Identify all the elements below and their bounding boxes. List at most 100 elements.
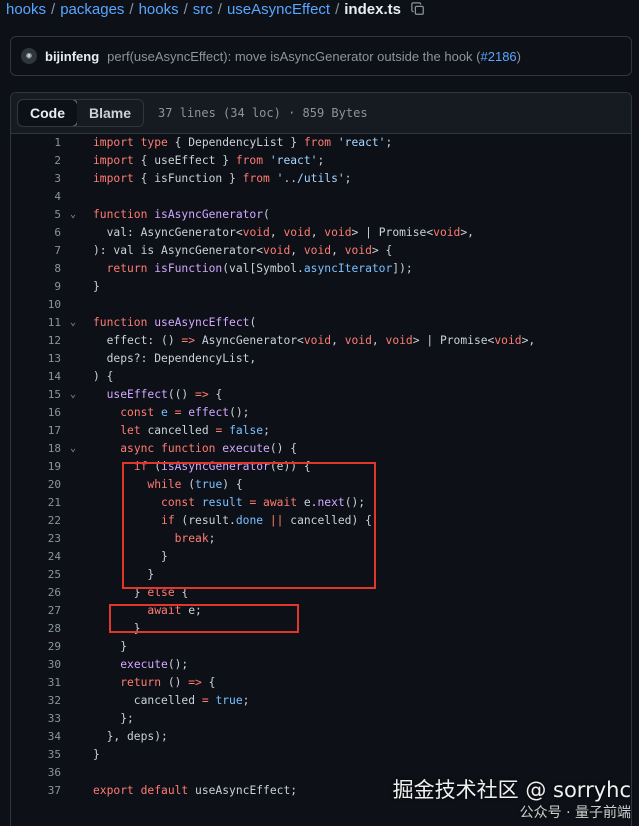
code-text: if (result.done || cancelled) { (93, 512, 372, 530)
line-number[interactable]: 29 (11, 638, 61, 656)
breadcrumb-current-file: index.ts (344, 0, 401, 18)
line-number[interactable]: 3 (11, 170, 61, 188)
code-token: { isFunction } (140, 172, 243, 185)
code-line: 9} (11, 278, 631, 296)
code-line: 20 while (true) { (11, 476, 631, 494)
line-number[interactable]: 33 (11, 710, 61, 728)
breadcrumb-link-packages[interactable]: packages (60, 1, 124, 18)
line-number[interactable]: 17 (11, 422, 61, 440)
line-number[interactable]: 26 (11, 584, 61, 602)
line-number[interactable]: 27 (11, 602, 61, 620)
code-text: return isFunction(val[Symbol.asyncIterat… (93, 260, 413, 278)
code-line: 7): val is AsyncGenerator<void, void, vo… (11, 242, 631, 260)
code-line: 22 if (result.done || cancelled) { (11, 512, 631, 530)
breadcrumb-link-useasynceffect[interactable]: useAsyncEffect (227, 1, 330, 18)
line-number[interactable]: 36 (11, 764, 61, 782)
chevron-down-icon[interactable]: ⌄ (67, 206, 79, 224)
chevron-down-icon[interactable]: ⌄ (67, 386, 79, 404)
avatar[interactable]: ◉ (21, 48, 37, 64)
code-text: } (93, 638, 127, 656)
line-number[interactable]: 32 (11, 692, 61, 710)
code-token: }, deps); (93, 730, 168, 743)
tab-blame[interactable]: Blame (77, 100, 144, 126)
code-token: void (242, 226, 270, 239)
commit-author[interactable]: bijinfeng (45, 49, 99, 64)
code-token: true (215, 694, 243, 707)
code-line: 27 await e; (11, 602, 631, 620)
line-number[interactable]: 20 (11, 476, 61, 494)
code-token: from (303, 136, 338, 149)
line-number[interactable]: 37 (11, 782, 61, 800)
code-area[interactable]: 1 import type { DependencyList } from 're… (11, 134, 631, 800)
line-number[interactable]: 25 (11, 566, 61, 584)
code-token: from (235, 154, 270, 167)
commit-message-text[interactable]: perf(useAsyncEffect): move isAsyncGenera… (107, 49, 480, 64)
line-number[interactable]: 35 (11, 746, 61, 764)
line-number[interactable]: 16 (11, 404, 61, 422)
line-number[interactable]: 7 (11, 242, 61, 260)
code-token: export default (93, 784, 196, 797)
code-token: effect (188, 406, 230, 419)
code-token: ): val is AsyncGenerator< (93, 244, 264, 257)
line-number[interactable]: 13 (11, 350, 61, 368)
code-line: 16 const e = effect(); (11, 404, 631, 422)
line-number[interactable]: 15 (11, 386, 61, 404)
line-number[interactable]: 10 (11, 296, 61, 314)
code-token: } (93, 586, 148, 599)
code-text: let cancelled = false; (93, 422, 270, 440)
line-number[interactable]: 8 (11, 260, 61, 278)
line-number[interactable]: 14 (11, 368, 61, 386)
code-token: '../utils' (276, 172, 345, 185)
code-token: ) { (222, 478, 243, 491)
code-token: isFunction (154, 262, 223, 275)
line-number[interactable]: 28 (11, 620, 61, 638)
line-number[interactable]: 21 (11, 494, 61, 512)
line-number[interactable]: 11 (11, 314, 61, 332)
code-token: => (195, 388, 216, 401)
code-token: ; (208, 532, 216, 545)
breadcrumb-link-hooks[interactable]: hooks (6, 1, 46, 18)
commit-message[interactable]: perf(useAsyncEffect): move isAsyncGenera… (107, 49, 521, 64)
breadcrumb-link-src[interactable]: src (193, 1, 213, 18)
code-token: while (147, 478, 189, 491)
code-token: import type (93, 136, 175, 149)
code-token: false (229, 424, 264, 437)
commit-pr-link[interactable]: #2186 (481, 49, 517, 64)
line-number[interactable]: 24 (11, 548, 61, 566)
line-number[interactable]: 34 (11, 728, 61, 746)
line-number[interactable]: 6 (11, 224, 61, 242)
line-number[interactable]: 22 (11, 512, 61, 530)
tab-code[interactable]: Code (18, 100, 78, 126)
copy-icon[interactable] (411, 2, 425, 16)
code-token: ; (385, 136, 393, 149)
code-text: if (isAsyncGenerator(e)) { (93, 458, 311, 476)
code-token: , (310, 226, 325, 239)
line-number[interactable]: 19 (11, 458, 61, 476)
code-line: 18 ⌄ async function execute() { (11, 440, 631, 458)
chevron-down-icon[interactable]: ⌄ (67, 314, 79, 332)
line-number[interactable]: 5 (11, 206, 61, 224)
code-text: export default useAsyncEffect; (93, 782, 297, 800)
breadcrumb-link-hooks-pkg[interactable]: hooks (139, 1, 179, 18)
code-token: ; (317, 154, 325, 167)
line-number[interactable]: 23 (11, 530, 61, 548)
code-line: 15 ⌄ useEffect(() => { (11, 386, 631, 404)
line-number[interactable]: 18 (11, 440, 61, 458)
line-number[interactable]: 4 (11, 188, 61, 206)
code-token: > { (371, 244, 393, 257)
line-number[interactable]: 2 (11, 152, 61, 170)
code-token: return (106, 262, 155, 275)
code-token: asyncIterator (303, 262, 393, 275)
line-number[interactable]: 9 (11, 278, 61, 296)
code-token: result (201, 496, 250, 509)
code-token: void (324, 226, 352, 239)
code-token: , (331, 334, 345, 347)
line-number[interactable]: 31 (11, 674, 61, 692)
line-number[interactable]: 12 (11, 332, 61, 350)
line-number[interactable]: 1 (11, 134, 61, 152)
code-line: 3 import { isFunction } from '../utils'; (11, 170, 631, 188)
code-token: >, (460, 226, 474, 239)
code-line: 10 (11, 296, 631, 314)
line-number[interactable]: 30 (11, 656, 61, 674)
chevron-down-icon[interactable]: ⌄ (67, 440, 79, 458)
